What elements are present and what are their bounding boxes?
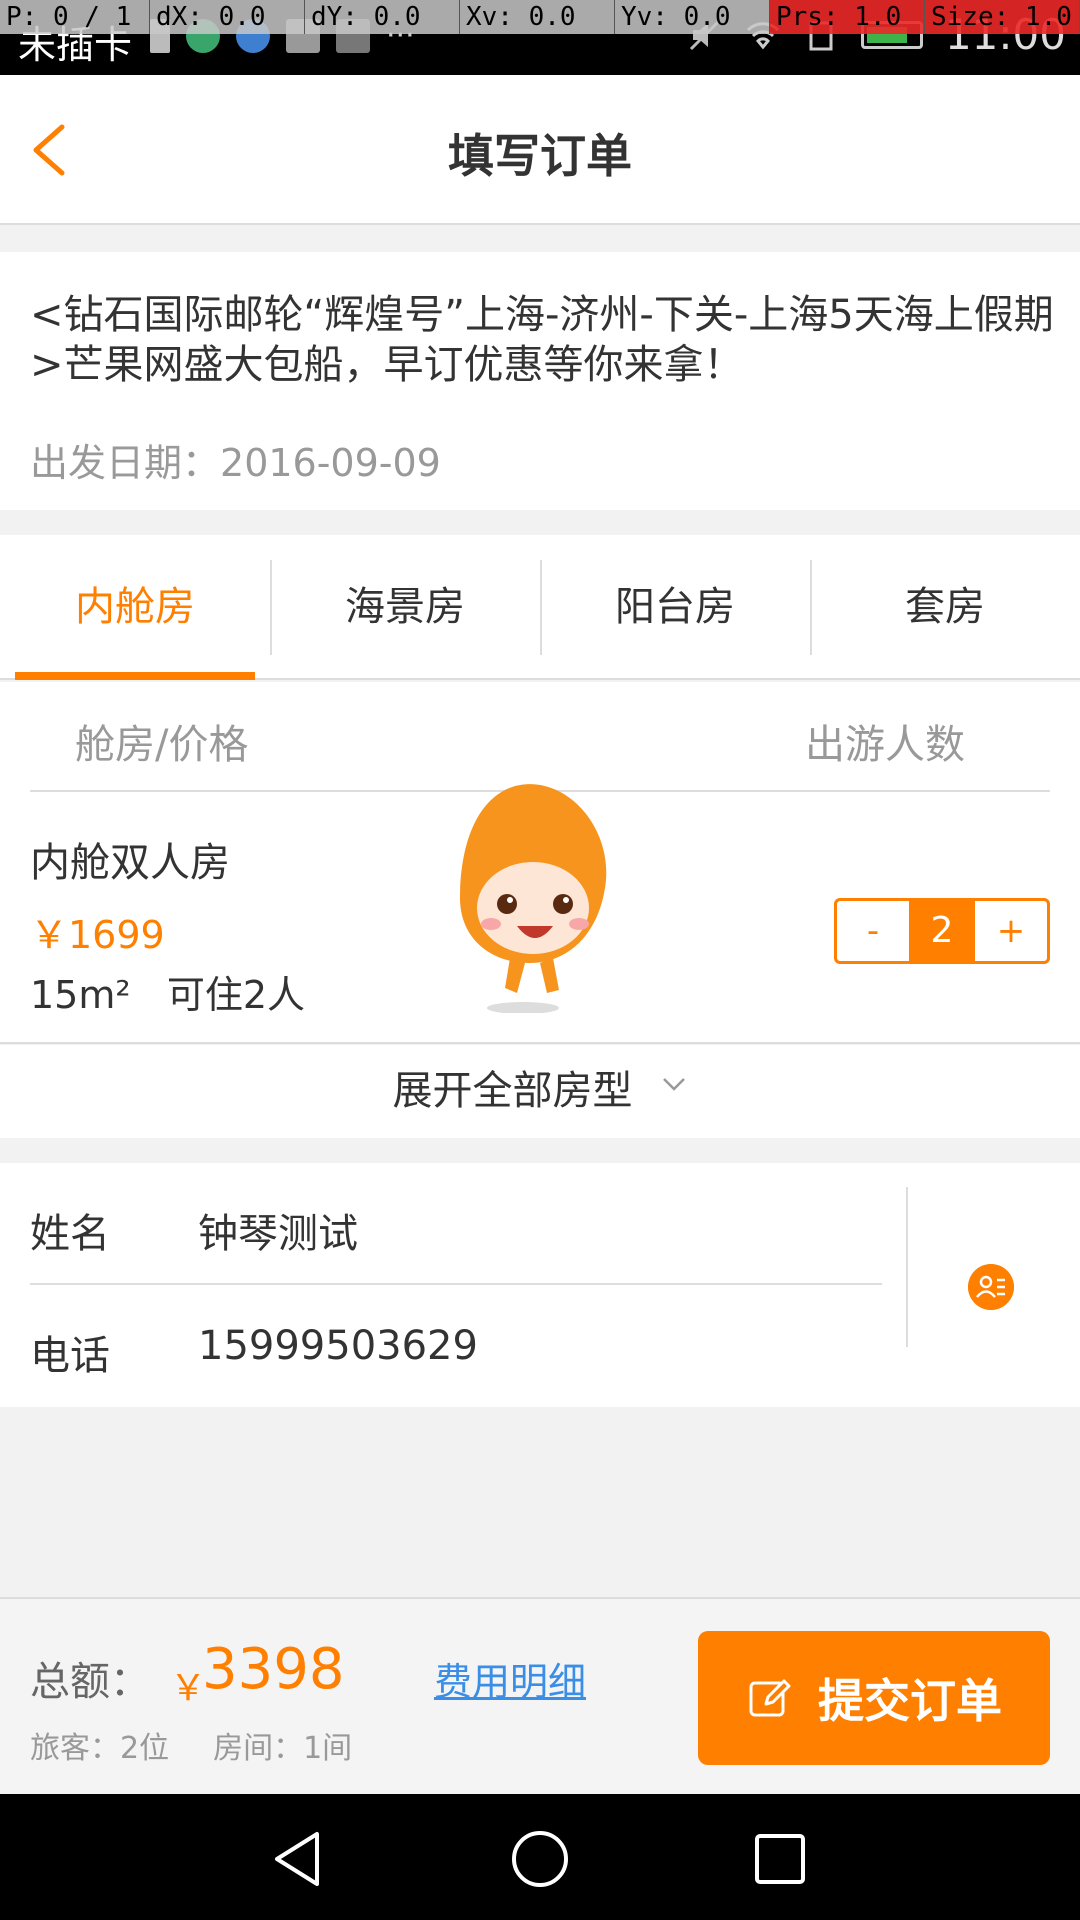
booking-summary: 旅客：2位 房间：1间 — [30, 1723, 352, 1767]
room-description: 15m² 可住2人 — [30, 964, 305, 1019]
chevron-down-icon — [662, 1078, 685, 1091]
edit-icon — [749, 1679, 791, 1717]
tab-interior-cabin[interactable]: 内舱房 — [0, 535, 270, 680]
room-count: 房间：1间 — [213, 1731, 353, 1766]
increment-button[interactable]: + — [975, 901, 1047, 961]
pointer-debug-overlay: P: 0 / 1 dX: 0.0 dY: 0.0 Xv: 0.0 Yv: 0.0… — [0, 0, 1080, 34]
column-header-travelers: 出游人数 — [805, 722, 965, 768]
contact-book-icon[interactable] — [968, 1264, 1014, 1310]
order-summary-bar: 总额： ￥ 3398 费用明细 旅客：2位 房间：1间 提交订单 — [0, 1597, 1080, 1794]
nav-home-icon[interactable] — [505, 1824, 575, 1894]
tab-label: 海景房 — [345, 584, 465, 630]
debug-yv: Yv: 0.0 — [615, 0, 770, 34]
tab-ocean-view[interactable]: 海景房 — [270, 535, 540, 678]
expand-all-rooms-label: 展开全部房型 — [392, 1068, 633, 1114]
departure-date-label: 出发日期： — [30, 441, 221, 485]
expand-all-rooms[interactable]: 展开全部房型 — [0, 1045, 1080, 1138]
debug-dx: dX: 0.0 — [150, 0, 305, 34]
room-table-header: 舱房/价格 出游人数 — [30, 682, 1050, 792]
decrement-button[interactable]: - — [837, 901, 909, 961]
submit-order-button[interactable]: 提交订单 — [698, 1631, 1050, 1765]
departure-date-value: 2016-09-09 — [220, 441, 441, 485]
debug-pointer: P: 0 / 1 — [0, 0, 150, 34]
total-label: 总额： — [30, 1659, 150, 1705]
system-nav-bar — [0, 1794, 1080, 1920]
cruise-title: <钻石国际邮轮“辉煌号”上海-济州-下关-上海5天海上假期>芒果网盛大包船，早订… — [30, 292, 1054, 388]
mango-mascot-image — [460, 784, 607, 1013]
debug-xv: Xv: 0.0 — [460, 0, 615, 34]
phone-row: 电话 15999503629 — [30, 1285, 882, 1407]
app-header: 填写订单 — [0, 75, 1080, 225]
cabin-type-tabs: 内舱房 海景房 阳台房 套房 — [0, 535, 1080, 680]
room-area: 15m² — [30, 973, 131, 1017]
phone-label: 电话 — [30, 1333, 110, 1379]
debug-dy: dY: 0.0 — [305, 0, 460, 34]
total-currency: ￥ — [170, 1668, 207, 1709]
page-title: 填写订单 — [448, 129, 632, 183]
room-name: 内舱双人房 — [30, 840, 230, 886]
fee-detail-link[interactable]: 费用明细 — [434, 1651, 586, 1706]
name-row: 姓名 钟琴测试 — [30, 1163, 882, 1285]
submit-order-label: 提交订单 — [818, 1674, 1002, 1728]
departure-date: 出发日期：2016-09-09 — [30, 432, 441, 487]
active-tab-indicator — [15, 672, 255, 680]
tab-balcony[interactable]: 阳台房 — [540, 535, 810, 678]
vertical-divider — [906, 1187, 908, 1347]
column-header-cabin-price: 舱房/价格 — [75, 722, 249, 768]
traveler-count: 旅客：2位 — [30, 1731, 170, 1766]
tab-label: 套房 — [905, 584, 985, 630]
cruise-info-card: <钻石国际邮轮“辉煌号”上海-济州-下关-上海5天海上假期>芒果网盛大包船，早订… — [0, 252, 1080, 510]
debug-pressure: Prs: 1.0 — [770, 0, 925, 34]
name-field[interactable]: 钟琴测试 — [198, 1201, 358, 1259]
contact-info-form: 姓名 钟琴测试 电话 15999503629 — [0, 1163, 1080, 1407]
traveler-count-stepper: - 2 + — [834, 898, 1050, 964]
name-label: 姓名 — [30, 1211, 110, 1257]
nav-recents-icon[interactable] — [745, 1824, 815, 1894]
debug-size: Size: 1.0 — [925, 0, 1080, 34]
tab-label: 内舱房 — [75, 584, 195, 630]
tab-label: 阳台房 — [615, 584, 735, 630]
room-price: ￥1699 — [30, 913, 165, 957]
room-capacity: 可住2人 — [166, 973, 306, 1017]
status-bar: 未插卡 ··· 11:00 P: 0 / 1 dX: 0.0 dY: 0.0 X… — [0, 0, 1080, 75]
total-amount: 3398 — [202, 1637, 345, 1702]
tab-suite[interactable]: 套房 — [810, 535, 1080, 678]
nav-back-icon[interactable] — [265, 1824, 335, 1894]
phone-field[interactable]: 15999503629 — [198, 1323, 478, 1369]
traveler-count-value: 2 — [909, 901, 975, 961]
